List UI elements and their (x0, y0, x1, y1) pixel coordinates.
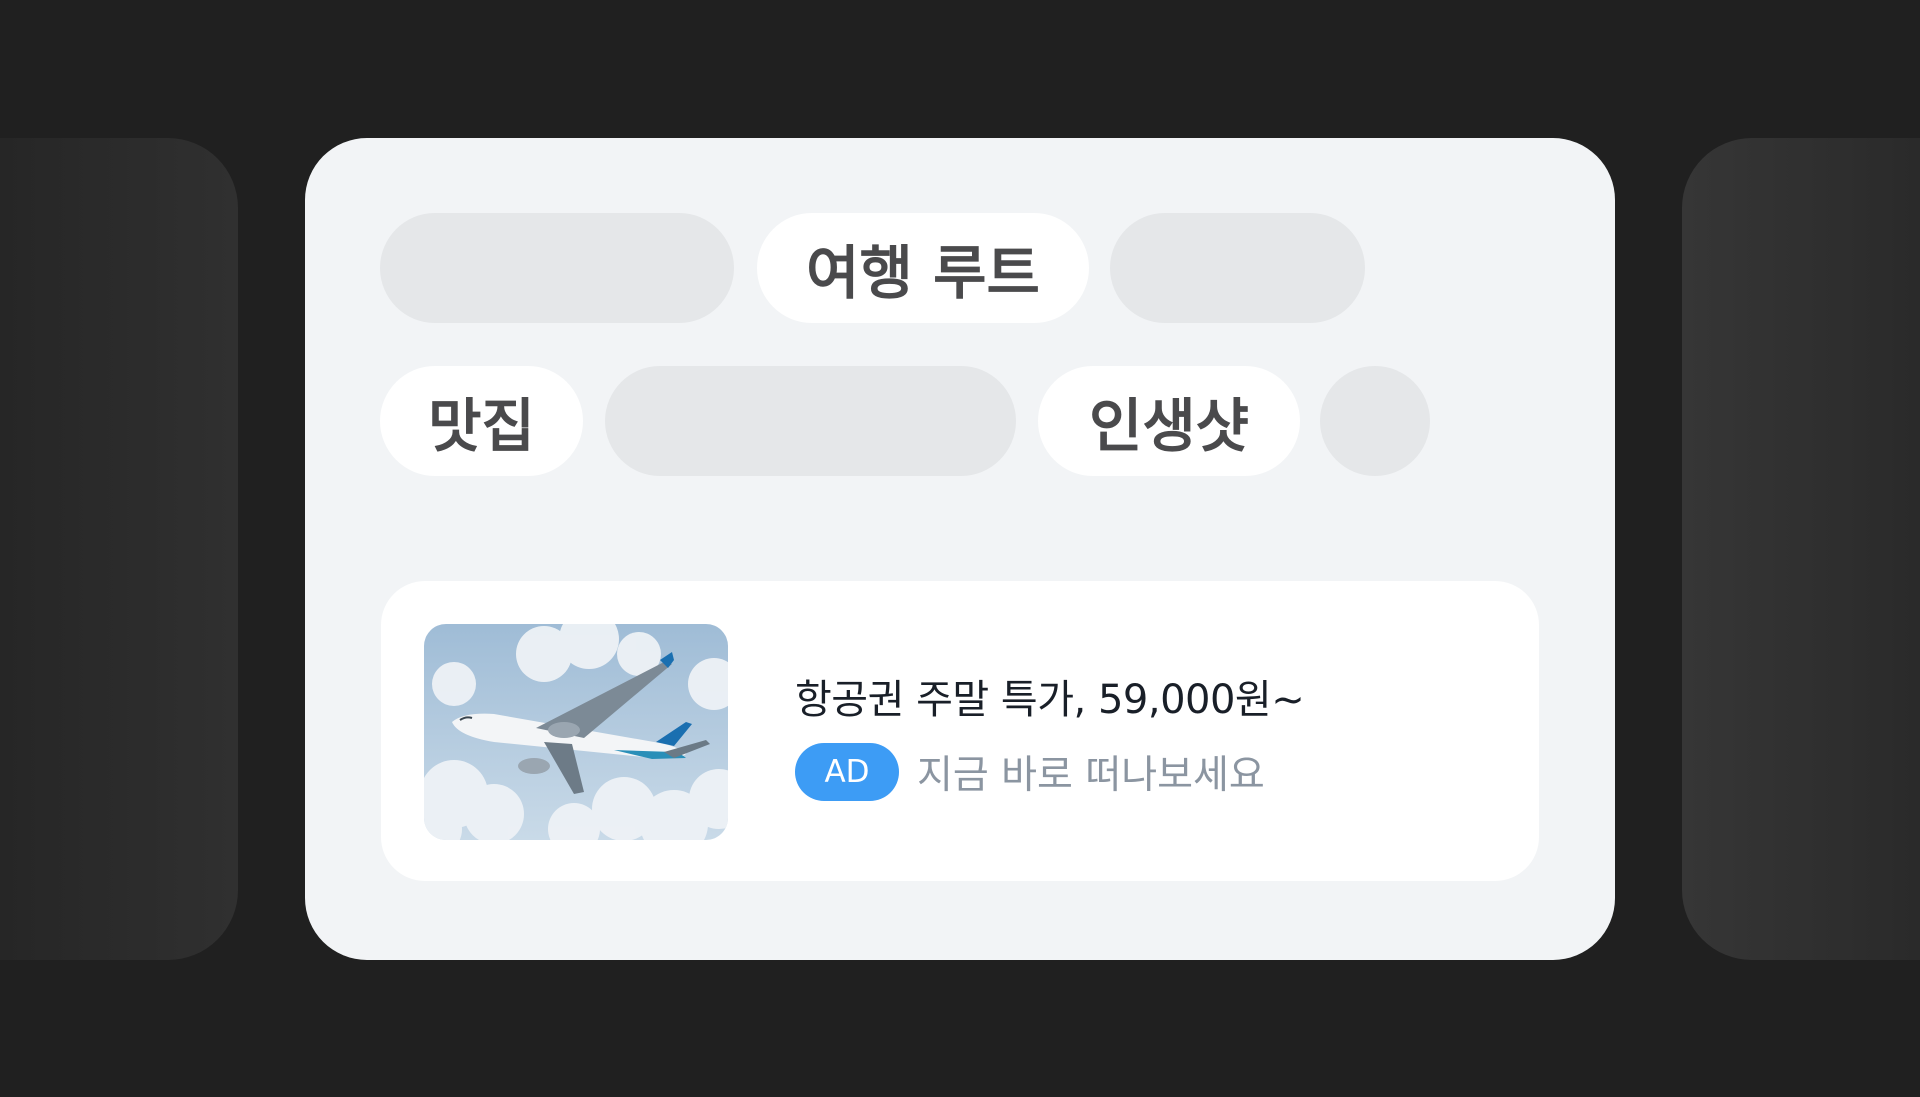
chip-placeholder (1110, 213, 1365, 323)
chip-restaurants[interactable]: 맛집 (380, 366, 583, 476)
chip-label: 맛집 (428, 392, 535, 460)
ad-subtitle: 지금 바로 떠나보세요 (917, 753, 1265, 798)
chip-travel-route[interactable]: 여행 루트 (757, 213, 1089, 323)
ad-title: 항공권 주말 특가, 59,000원~ (795, 677, 1305, 723)
chip-placeholder (380, 213, 734, 323)
ad-card[interactable]: 항공권 주말 특가, 59,000원~ AD 지금 바로 떠나보세요 (381, 581, 1539, 881)
carousel-next-card[interactable] (1682, 138, 1920, 960)
chip-label: 인생샷 (1088, 392, 1250, 460)
chip-label: 여행 루트 (806, 239, 1040, 307)
chip-best-photo[interactable]: 인생샷 (1038, 366, 1300, 476)
ad-meta: AD 지금 바로 떠나보세요 (795, 743, 1265, 801)
carousel-prev-card[interactable] (0, 138, 238, 960)
chip-placeholder (605, 366, 1016, 476)
chip-placeholder (1320, 366, 1430, 476)
main-card: 여행 루트 맛집 인생샷 항공권 주말 특가, 59,000원~ AD 지금 바… (305, 138, 1615, 960)
ad-badge: AD (795, 743, 899, 801)
airplane-photo (424, 624, 728, 840)
